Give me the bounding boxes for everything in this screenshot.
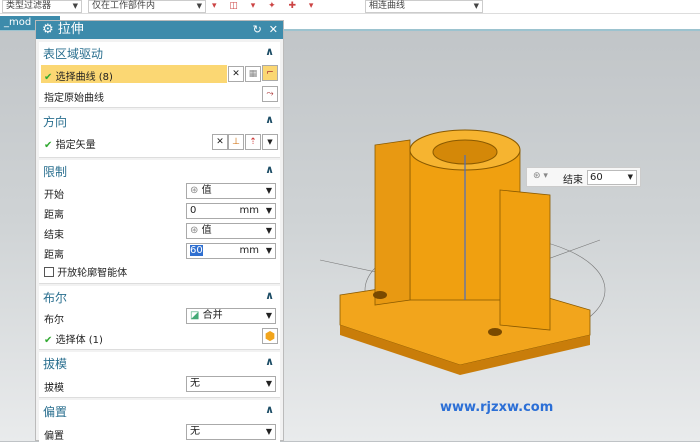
- reset-icon[interactable]: ↻: [253, 23, 262, 36]
- reverse-direction-icon[interactable]: ✕: [212, 134, 228, 150]
- chevron-down-icon: ▼: [473, 2, 479, 10]
- select-curve-label: 选择曲线 (8): [55, 72, 113, 83]
- collapse-icon[interactable]: ∧: [265, 163, 274, 176]
- start-distance-value: 0: [190, 205, 197, 216]
- draft-select[interactable]: 无 ▼: [186, 376, 276, 392]
- model-hole: [488, 328, 502, 336]
- solid-body-icon[interactable]: ⬢: [262, 328, 278, 344]
- section-title[interactable]: 限制: [43, 163, 67, 180]
- chevron-down-icon[interactable]: ▼: [266, 244, 272, 258]
- offset-value: 无: [190, 426, 200, 437]
- watermark: www.rjzxw.com: [440, 400, 554, 415]
- draft-value: 无: [190, 378, 200, 389]
- chevron-down-icon: ▼: [627, 173, 633, 181]
- end-distance-label: 距离: [44, 250, 64, 261]
- gear-icon[interactable]: ⚙: [42, 22, 54, 37]
- start-type-value: 值: [201, 185, 212, 196]
- offset-label: 偏置: [44, 431, 64, 442]
- open-profile-checkbox[interactable]: [44, 267, 54, 277]
- chevron-down-icon: ▼: [265, 311, 272, 320]
- specify-vector-label: 指定矢量: [55, 140, 96, 151]
- unit-label: mm: [239, 245, 259, 256]
- start-distance-input[interactable]: 0 mm ▼: [186, 203, 276, 219]
- chevron-down-icon: ▼: [72, 2, 78, 10]
- boolean-label: 布尔: [44, 315, 64, 326]
- chevron-down-icon[interactable]: ▼: [266, 204, 272, 218]
- chevron-down-icon: ▼: [265, 186, 272, 195]
- value-type-icon[interactable]: ⊛ ▾: [533, 171, 548, 181]
- extrude-dialog: ⚙ 拉伸 ↻ ✕ 表区域驱动 ∧ ✔ 选择曲线 (8) ✕ ▦ ⌐ 指定原始曲线…: [35, 20, 284, 442]
- collapse-icon[interactable]: ∧: [265, 113, 274, 126]
- origin-curve-label: 指定原始曲线: [44, 93, 104, 104]
- boolean-select[interactable]: ◪ 合并 ▼: [186, 308, 276, 324]
- curve-icon[interactable]: ⤳: [262, 86, 278, 102]
- section-offset: 偏置 ∧ 偏置 无 ▼: [39, 400, 280, 442]
- section-title[interactable]: 布尔: [43, 289, 67, 306]
- collapse-icon[interactable]: ∧: [265, 45, 274, 58]
- check-icon: ✔: [44, 335, 53, 346]
- scope-value: 仅在工作部件内: [92, 1, 156, 11]
- section-title[interactable]: 偏置: [43, 403, 67, 420]
- scope-select[interactable]: 仅在工作部件内 ▼: [88, 0, 206, 13]
- model-rib: [499, 189, 551, 331]
- draft-label: 拔模: [44, 383, 64, 394]
- sketch-section-icon[interactable]: ⌐: [262, 65, 278, 81]
- end-label: 结束: [44, 230, 64, 241]
- select-curve-row[interactable]: ✔ 选择曲线 (8): [41, 65, 227, 83]
- collapse-icon[interactable]: ∧: [265, 289, 274, 302]
- end-type-select[interactable]: ⊛ 值 ▼: [186, 223, 276, 239]
- check-icon: ✔: [44, 72, 53, 83]
- onscreen-end-input[interactable]: ⊛ ▾ 结束 60 ▼: [526, 167, 641, 187]
- deselect-icon[interactable]: ✕: [228, 66, 244, 82]
- dialog-titlebar[interactable]: ⚙ 拉伸 ↻ ✕: [36, 21, 283, 39]
- collapse-icon[interactable]: ∧: [265, 403, 274, 416]
- boolean-value: 合并: [202, 310, 223, 321]
- section-boolean: 布尔 ∧ 布尔 ◪ 合并 ▼ ✔ 选择体 (1) ⬢: [39, 286, 280, 350]
- type-filter-select[interactable]: 类型过滤器 ▼: [2, 0, 82, 13]
- unite-icon: ◪: [190, 310, 200, 321]
- inferred-vector-icon[interactable]: ⇡: [245, 134, 261, 150]
- curve-filter-icon[interactable]: ▦: [245, 66, 261, 82]
- offset-select[interactable]: 无 ▼: [186, 424, 276, 440]
- chevron-down-icon: ▼: [265, 427, 272, 436]
- snap-icons[interactable]: ▾ ◫ ▾ ✦ ✚ ▾: [212, 1, 318, 11]
- chevron-down-icon: ▼: [265, 226, 272, 235]
- section-title[interactable]: 方向: [43, 113, 67, 130]
- end-type-value: 值: [201, 225, 212, 236]
- model-hole: [373, 291, 387, 299]
- start-distance-label: 距离: [44, 210, 64, 221]
- check-icon: ✔: [44, 140, 53, 151]
- chevron-down-icon[interactable]: ▼: [262, 134, 278, 150]
- curve-rule-value: 相连曲线: [369, 1, 406, 11]
- end-distance-input[interactable]: 60 mm ▼: [186, 243, 276, 259]
- model-left-wall: [374, 139, 411, 306]
- value-icon: ⊛: [190, 225, 199, 236]
- vector-dialog-icon[interactable]: ⊥: [228, 134, 244, 150]
- section-title[interactable]: 拔模: [43, 355, 67, 372]
- open-profile-label: 开放轮廓智能体: [57, 268, 128, 279]
- section-draft: 拔模 ∧ 拔模 无 ▼: [39, 352, 280, 398]
- type-filter-value: 类型过滤器: [6, 1, 52, 11]
- curve-rule-select[interactable]: 相连曲线 ▼: [365, 0, 483, 13]
- float-end-field[interactable]: 60 ▼: [587, 170, 637, 185]
- dialog-title: 拉伸: [57, 22, 84, 37]
- chevron-down-icon: ▼: [265, 379, 272, 388]
- value-icon: ⊛: [190, 185, 199, 196]
- selection-toolbar: 类型过滤器 ▼ 仅在工作部件内 ▼ ▾ ◫ ▾ ✦ ✚ ▾ 相连曲线 ▼: [0, 0, 700, 14]
- select-body-label: 选择体 (1): [55, 335, 103, 346]
- start-type-select[interactable]: ⊛ 值 ▼: [186, 183, 276, 199]
- section-area-drive: 表区域驱动 ∧ ✔ 选择曲线 (8) ✕ ▦ ⌐ 指定原始曲线 ⤳: [39, 42, 280, 108]
- section-title[interactable]: 表区域驱动: [43, 45, 103, 62]
- chevron-down-icon: ▼: [196, 2, 202, 10]
- model-viewport[interactable]: [290, 110, 700, 400]
- collapse-icon[interactable]: ∧: [265, 355, 274, 368]
- float-end-value: 60: [590, 172, 603, 183]
- section-direction: 方向 ∧ ✔ 指定矢量 ✕ ⊥ ⇡ ▼: [39, 110, 280, 158]
- start-label: 开始: [44, 190, 64, 201]
- section-limits: 限制 ∧ 开始 ⊛ 值 ▼ 距离 0 mm ▼ 结束 ⊛ 值 ▼ 距离 60 mm ▼ 开放…: [39, 160, 280, 284]
- unit-label: mm: [239, 205, 259, 216]
- close-icon[interactable]: ✕: [269, 23, 278, 36]
- end-distance-value: 60: [190, 245, 203, 256]
- float-end-label: 结束: [563, 175, 583, 186]
